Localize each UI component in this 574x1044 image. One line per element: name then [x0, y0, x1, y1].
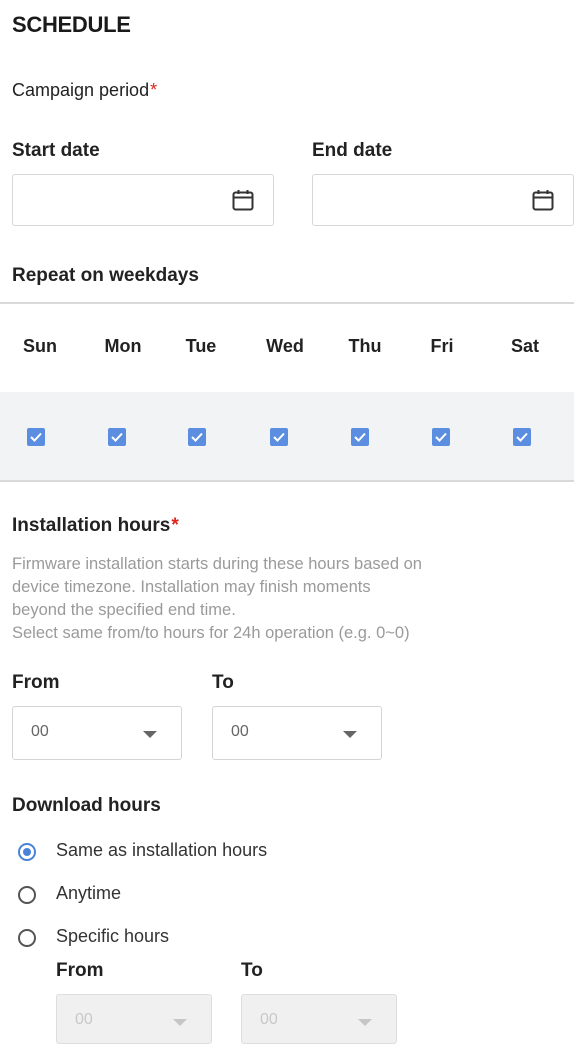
download-from-value: 00	[75, 1011, 93, 1028]
radio-label: Same as installation hours	[56, 840, 268, 860]
weekday-header-wed: Wed	[266, 336, 304, 356]
checkbox-mon[interactable]	[108, 428, 126, 446]
check-icon	[435, 432, 447, 442]
chevron-down-icon	[143, 731, 157, 738]
help-line: Firmware installation starts during thes…	[12, 555, 422, 573]
weekday-header-tue: Tue	[185, 336, 217, 356]
radio-same-as-installation[interactable]: Same as installation hours	[12, 838, 412, 866]
calendar-icon[interactable]	[531, 188, 555, 212]
download-to-select[interactable]: 00	[241, 994, 397, 1044]
check-icon	[354, 432, 366, 442]
installation-hours-text: Installation hours	[12, 515, 171, 536]
weekdays-table: Sun Mon Tue Wed Thu Fri Sat	[0, 302, 574, 482]
start-date-input[interactable]	[12, 174, 274, 226]
chevron-down-icon	[343, 731, 357, 738]
checkbox-wed[interactable]	[270, 428, 288, 446]
check-icon	[516, 432, 528, 442]
chevron-down-icon	[173, 1019, 187, 1026]
campaign-period-label: Campaign period*	[12, 80, 157, 101]
chevron-down-icon	[358, 1019, 372, 1026]
radio-anytime[interactable]: Anytime	[12, 881, 412, 909]
weekdays-checkbox-row	[0, 392, 574, 482]
install-to-label: To	[212, 672, 234, 693]
weekday-header-fri: Fri	[430, 336, 454, 356]
install-from-label: From	[12, 672, 60, 693]
campaign-period-text: Campaign period	[12, 80, 150, 100]
download-from-select[interactable]: 00	[56, 994, 212, 1044]
required-mark: *	[150, 80, 158, 100]
download-from-label: From	[56, 960, 104, 981]
checkbox-sat[interactable]	[513, 428, 531, 446]
radio-button[interactable]	[18, 886, 36, 904]
check-icon	[191, 432, 203, 442]
weekdays-header-row: Sun Mon Tue Wed Thu Fri Sat	[0, 302, 574, 394]
radio-label: Specific hours	[56, 926, 170, 946]
radio-label: Anytime	[56, 883, 122, 903]
checkbox-fri[interactable]	[432, 428, 450, 446]
calendar-icon[interactable]	[231, 188, 255, 212]
start-date-label: Start date	[12, 140, 100, 161]
end-date-input[interactable]	[312, 174, 574, 226]
check-icon	[273, 432, 285, 442]
installation-hours-label: Installation hours*	[12, 515, 179, 537]
weekday-header-sun: Sun	[23, 336, 57, 356]
install-from-select[interactable]: 00	[12, 706, 182, 760]
weekday-header-thu: Thu	[348, 336, 382, 356]
download-to-label: To	[241, 960, 263, 981]
help-line: device timezone. Installation may finish…	[12, 578, 371, 596]
install-to-value: 00	[231, 723, 249, 740]
download-hours-label: Download hours	[12, 795, 161, 816]
radio-button[interactable]	[18, 929, 36, 947]
help-line: Select same from/to hours for 24h operat…	[12, 624, 410, 642]
install-to-select[interactable]: 00	[212, 706, 382, 760]
radio-button-checked[interactable]	[18, 843, 36, 861]
weekday-header-sat: Sat	[510, 336, 539, 356]
weekdays-label: Repeat on weekdays	[12, 265, 199, 286]
weekday-header-mon: Mon	[104, 336, 142, 356]
checkbox-sun[interactable]	[27, 428, 45, 446]
install-from-value: 00	[31, 723, 49, 740]
radio-specific-hours[interactable]: Specific hours	[12, 924, 412, 952]
help-line: beyond the specified end time.	[12, 601, 236, 619]
download-to-value: 00	[260, 1011, 278, 1028]
checkbox-thu[interactable]	[351, 428, 369, 446]
check-icon	[30, 432, 42, 442]
installation-help-text: Firmware installation starts during thes…	[12, 553, 572, 645]
end-date-label: End date	[312, 140, 393, 161]
required-mark: *	[171, 515, 179, 536]
section-title: SCHEDULE	[12, 12, 131, 37]
check-icon	[111, 432, 123, 442]
checkbox-tue[interactable]	[188, 428, 206, 446]
